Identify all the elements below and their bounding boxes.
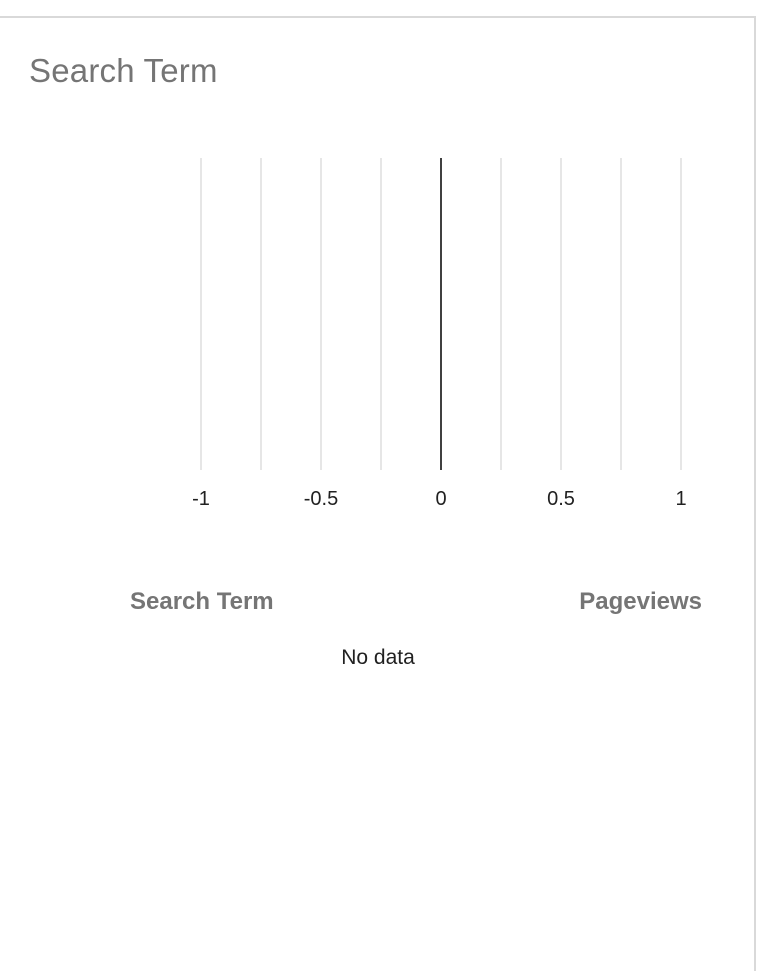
empty-table-message: No data [341,646,415,669]
chart-svg: -1 -0.5 0 0.5 1 [192,158,687,510]
column-header-pageviews[interactable]: Pageviews [579,588,702,616]
x-axis-tick-label: 1 [675,488,686,510]
x-axis-tick-label: -0.5 [304,488,338,510]
column-header-search-term[interactable]: Search Term [130,588,274,616]
x-axis-tick-label: 0.5 [547,488,575,510]
table-header: Search Term Pageviews [0,588,756,628]
bar-chart: -1 -0.5 0 0.5 1 [0,18,756,578]
x-axis-tick-label: -1 [192,488,210,510]
search-term-card: Search Term -1 -0.5 0 0.5 1 Search Term Page… [0,16,756,971]
x-axis-tick-label: 0 [435,488,446,510]
